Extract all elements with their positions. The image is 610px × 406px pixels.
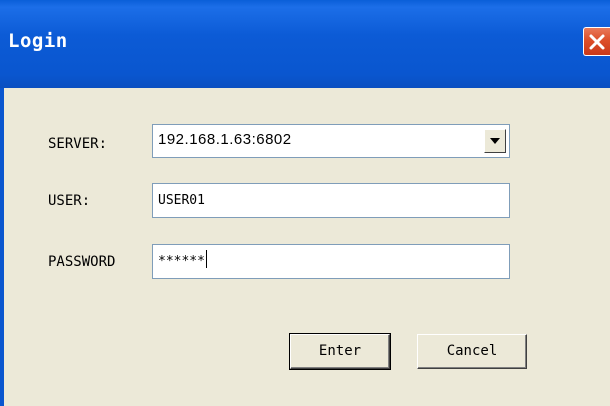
server-value: 192.168.1.63:6802 — [158, 131, 292, 148]
user-input-value: USER01 — [158, 193, 205, 208]
close-icon — [589, 34, 605, 50]
window-frame-left — [0, 88, 4, 406]
cancel-button[interactable]: Cancel — [417, 334, 527, 369]
close-button[interactable] — [583, 27, 610, 56]
user-input[interactable]: USER01 — [152, 183, 510, 218]
text-caret — [205, 250, 207, 268]
password-input-value: ****** — [158, 254, 205, 269]
server-label: SERVER: — [48, 136, 108, 152]
password-label: PASSWORD — [48, 254, 116, 270]
login-dialog: Login SERVER: 192.168.1.63:6802 USER: US… — [0, 0, 610, 406]
chevron-down-icon — [490, 138, 500, 144]
enter-button[interactable]: Enter — [289, 333, 391, 370]
server-select[interactable]: 192.168.1.63:6802 — [152, 124, 510, 158]
user-label: USER: — [48, 193, 91, 209]
title-bar[interactable]: Login — [0, 0, 610, 88]
server-dropdown-button[interactable] — [484, 129, 506, 153]
password-input[interactable]: ****** — [152, 244, 510, 279]
window-title: Login — [8, 30, 68, 52]
